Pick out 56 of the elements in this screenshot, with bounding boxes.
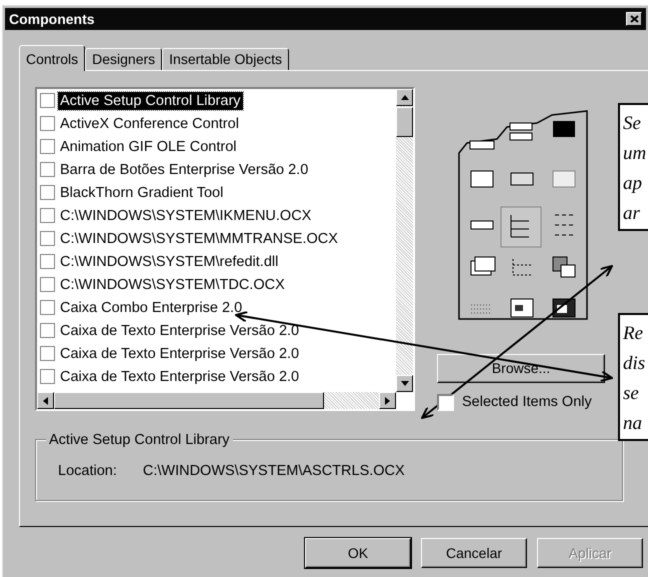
list-item[interactable]: ActiveX Conference Control <box>58 114 241 132</box>
component-list[interactable] <box>35 87 415 411</box>
list-item[interactable]: Caixa Combo Enterprise 2.0 <box>58 298 244 316</box>
callout-text: se <box>623 382 640 406</box>
list-item[interactable]: Caixa de Texto Enterprise Versão 2.0 <box>58 322 302 340</box>
list-item[interactable]: C:\WINDOWS\SYSTEM\TDC.OCX <box>58 276 287 294</box>
scroll-thumb[interactable] <box>396 107 413 137</box>
checkbox[interactable] <box>40 139 55 154</box>
checkbox[interactable] <box>40 254 55 269</box>
callout-text: na <box>623 412 643 436</box>
list-item[interactable]: C:\WINDOWS\SYSTEM\refedit.dll <box>58 252 280 270</box>
checkbox[interactable] <box>40 231 55 246</box>
callout-text: dis <box>623 352 646 376</box>
scroll-thumb[interactable] <box>54 392 324 409</box>
down-arrow-icon <box>400 381 408 386</box>
browse-button[interactable]: Browse... <box>437 354 605 383</box>
checkbox[interactable] <box>40 208 55 223</box>
dialog-button[interactable]: Cancelar <box>421 538 527 568</box>
callout-text: ar <box>623 202 641 226</box>
checkbox[interactable] <box>40 93 55 108</box>
checkbox-label: Selected Items Only <box>461 393 593 411</box>
tab[interactable]: Designers <box>85 48 162 70</box>
tab[interactable]: Controls <box>19 45 86 71</box>
tab[interactable]: Insertable Objects <box>162 48 290 70</box>
list-item[interactable]: C:\WINDOWS\SYSTEM\MMTRANSE.OCX <box>58 230 340 248</box>
callout-text: um <box>623 142 648 166</box>
callout-text: ap <box>623 172 643 196</box>
checkbox[interactable] <box>40 185 55 200</box>
checkbox[interactable] <box>40 116 55 131</box>
callout-text: Re <box>623 322 644 346</box>
checkbox[interactable] <box>40 162 55 177</box>
close-button[interactable] <box>626 12 642 26</box>
dialog-button[interactable]: OK <box>305 538 411 568</box>
right-arrow-icon <box>385 396 390 404</box>
checkbox[interactable] <box>40 277 55 292</box>
left-arrow-icon <box>43 396 48 404</box>
checkbox[interactable] <box>40 300 55 315</box>
list-item[interactable]: Animation GIF OLE Control <box>58 138 238 156</box>
up-arrow-icon <box>400 95 408 100</box>
list-item[interactable]: Caixa de Texto Enterprise Versão 2.0 <box>58 344 302 362</box>
location-value: C:\WINDOWS\SYSTEM\ASCTRLS.OCX <box>142 462 406 480</box>
callout-text: Se <box>623 112 642 136</box>
window-title: Components <box>9 10 95 29</box>
list-item[interactable]: C:\WINDOWS\SYSTEM\IKMENU.OCX <box>58 206 314 224</box>
list-item[interactable]: Caixa de Texto Enterprise Versão 2.0 <box>58 368 302 386</box>
checkbox[interactable] <box>40 323 55 338</box>
horizontal-scrollbar[interactable] <box>37 392 396 409</box>
checkbox[interactable] <box>40 369 55 384</box>
close-icon <box>630 15 638 23</box>
list-item[interactable]: Barra de Botões Enterprise Versão 2.0 <box>58 160 310 178</box>
vertical-scrollbar[interactable] <box>396 89 413 392</box>
checkbox[interactable] <box>40 346 55 361</box>
list-item[interactable]: BlackThorn Gradient Tool <box>58 184 226 202</box>
checkbox[interactable] <box>437 394 454 410</box>
list-item[interactable]: Active Setup Control Library <box>58 92 243 110</box>
location-label: Location: <box>57 462 118 480</box>
